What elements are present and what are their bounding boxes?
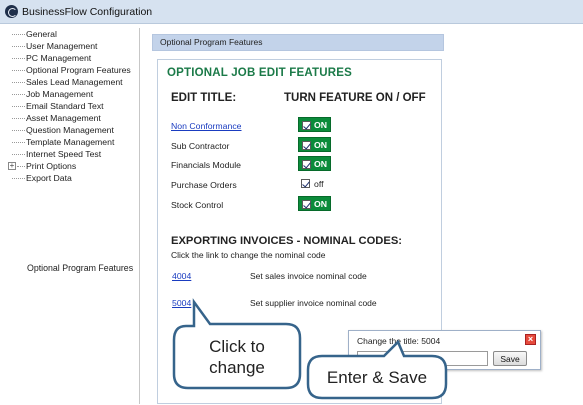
sidebar-item-label: Template Management — [26, 137, 115, 147]
tree-connector — [12, 82, 25, 83]
nominal-code-link[interactable]: 4004 — [172, 271, 191, 281]
sidebar-item-label: Internet Speed Test — [26, 149, 102, 159]
save-button[interactable]: Save — [493, 351, 527, 366]
callout-line: change — [209, 358, 265, 377]
enter-save-callout: Enter & Save — [306, 336, 448, 400]
tree-connector — [17, 166, 25, 167]
feature-title: Sub Contractor — [171, 141, 230, 151]
feature-toggle[interactable]: off — [301, 178, 341, 191]
tree-connector — [12, 34, 25, 35]
panel-title: OPTIONAL JOB EDIT FEATURES — [167, 67, 352, 79]
callout-text: Enter & Save — [326, 368, 428, 387]
click-to-change-callout: Click to change — [172, 294, 302, 390]
close-icon[interactable]: × — [525, 334, 536, 345]
toggle-state: ON — [314, 159, 328, 169]
selected-section-caption: Optional Program Features — [27, 263, 134, 273]
sidebar-item-label: Sales Lead Management — [26, 77, 123, 87]
checkbox-checked-icon[interactable] — [301, 179, 310, 188]
tree-connector — [12, 178, 25, 179]
sidebar-item-label: PC Management — [26, 53, 92, 63]
feature-row-purchase-orders: Purchase Orders off — [171, 176, 431, 192]
tree-connector — [12, 106, 25, 107]
feature-title: Purchase Orders — [171, 180, 237, 190]
toggle-state: off — [314, 179, 324, 189]
edit-title-heading: EDIT TITLE: — [171, 92, 237, 104]
sidebar-item-label: Job Management — [26, 89, 94, 99]
tree-connector — [12, 94, 25, 95]
section-header: Optional Program Features — [152, 34, 444, 51]
feature-row-stock-control: Stock Control ON — [171, 196, 431, 212]
checkbox-checked-icon[interactable] — [302, 160, 311, 169]
tree-connector — [12, 130, 25, 131]
feature-title: Financials Module — [171, 160, 242, 170]
sidebar-item-label: Export Data — [26, 173, 72, 183]
toggle-state: ON — [314, 199, 328, 209]
sidebar-item-label: Email Standard Text — [26, 101, 104, 111]
export-subtitle: Click the link to change the nominal cod… — [171, 250, 326, 260]
main-frame: General User Management PC Management Op… — [0, 24, 583, 405]
callout-text: Click to change — [194, 336, 280, 378]
checkbox-checked-icon[interactable] — [302, 141, 311, 150]
feature-toggle[interactable]: ON — [298, 156, 331, 171]
sidebar-item-label: Print Options — [26, 161, 77, 171]
turn-feature-heading: TURN FEATURE ON / OFF — [284, 92, 426, 104]
sidebar-item-label: Asset Management — [26, 113, 101, 123]
feature-toggle[interactable]: ON — [298, 137, 331, 152]
toggle-state: ON — [314, 140, 328, 150]
code-row-sales: 4004 Set sales invoice nominal code — [172, 271, 442, 285]
window-title: BusinessFlow Configuration — [22, 6, 153, 18]
tree-expander-icon[interactable]: + — [8, 162, 16, 170]
tree-connector — [12, 142, 25, 143]
feature-row-sub-contractor: Sub Contractor ON — [171, 137, 431, 153]
feature-title-link[interactable]: Non Conformance — [171, 121, 242, 131]
feature-toggle[interactable]: ON — [298, 117, 331, 132]
checkbox-checked-icon[interactable] — [302, 121, 311, 130]
sidebar-tree: General User Management PC Management Op… — [8, 28, 140, 404]
toggle-state: ON — [314, 120, 328, 130]
checkbox-checked-icon[interactable] — [302, 200, 311, 209]
tree-connector — [12, 118, 25, 119]
title-bar: BusinessFlow Configuration — [0, 0, 583, 24]
sidebar-item-label: Optional Program Features — [26, 65, 131, 75]
nominal-code-description: Set sales invoice nominal code — [250, 271, 367, 281]
tree-connector — [12, 58, 25, 59]
sidebar-item-label: User Management — [26, 41, 98, 51]
app-logo-icon — [5, 5, 18, 18]
feature-title: Stock Control — [171, 200, 224, 210]
export-heading: EXPORTING INVOICES - NOMINAL CODES: — [171, 235, 403, 247]
sidebar-item-label: Question Management — [26, 125, 114, 135]
tree-connector — [12, 46, 25, 47]
tree-connector — [12, 154, 25, 155]
feature-toggle[interactable]: ON — [298, 196, 331, 211]
feature-row-non-conformance: Non Conformance ON — [171, 117, 431, 133]
sidebar-item-label: General — [26, 29, 57, 39]
callout-line: Click to — [209, 337, 265, 356]
tree-connector — [12, 70, 25, 71]
feature-row-financials-module: Financials Module ON — [171, 156, 431, 172]
